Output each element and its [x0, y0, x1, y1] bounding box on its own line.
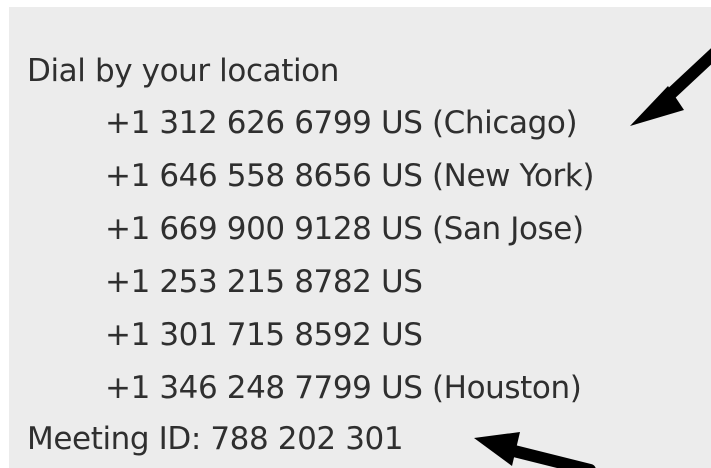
- arrow-icon: [474, 432, 596, 468]
